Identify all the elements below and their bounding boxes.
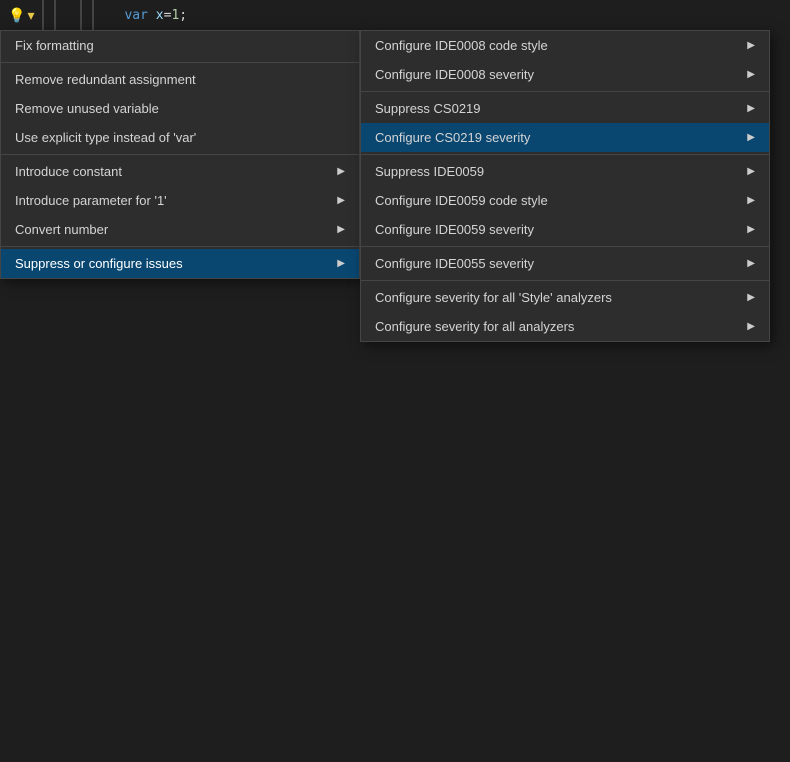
submenu-configure-ide0008-code-style-label: Configure IDE0008 code style	[375, 38, 548, 53]
menu-item-convert-number-label: Convert number	[15, 222, 108, 237]
chevron-ide0008-code-style-icon: ▶	[747, 40, 755, 51]
chevron-ide0008-severity-icon: ▶	[747, 69, 755, 80]
submenu-configure-ide0055-severity-label: Configure IDE0055 severity	[375, 256, 534, 271]
chevron-convert-number-icon: ▶	[337, 224, 345, 235]
menu-item-introduce-parameter[interactable]: Introduce parameter for '1' ▶	[1, 186, 359, 215]
submenu-configure-ide0059-severity-label: Configure IDE0059 severity	[375, 222, 534, 237]
submenu-item-configure-severity-all-analyzers[interactable]: Configure severity for all analyzers ▶	[361, 312, 769, 341]
submenu-separator-3	[361, 246, 769, 247]
submenu-item-suppress-cs0219[interactable]: Suppress CS0219 ▶	[361, 94, 769, 123]
separator-2	[1, 154, 359, 155]
chevron-suppress-ide0059-icon: ▶	[747, 166, 755, 177]
menu-item-introduce-constant-label: Introduce constant	[15, 164, 122, 179]
submenu-suppress-cs0219-label: Suppress CS0219	[375, 101, 481, 116]
code-snippet: var x=1;	[124, 8, 187, 23]
chevron-all-analyzers-icon: ▶	[747, 321, 755, 332]
submenu-suppress-ide0059-label: Suppress IDE0059	[375, 164, 484, 179]
menu-item-remove-redundant-assignment[interactable]: Remove redundant assignment	[1, 65, 359, 94]
submenu-item-configure-ide0055-severity[interactable]: Configure IDE0055 severity ▶	[361, 249, 769, 278]
submenu-separator-4	[361, 280, 769, 281]
submenu-item-configure-ide0008-severity[interactable]: Configure IDE0008 severity ▶	[361, 60, 769, 89]
chevron-suppress-configure-icon: ▶	[337, 258, 345, 269]
submenu-configure-severity-all-label: Configure severity for all analyzers	[375, 319, 574, 334]
menu-item-suppress-label: Suppress or configure issues	[15, 256, 183, 271]
chevron-style-analyzers-icon: ▶	[747, 292, 755, 303]
chevron-introduce-parameter-icon: ▶	[337, 195, 345, 206]
submenu-item-suppress-ide0059[interactable]: Suppress IDE0059 ▶	[361, 157, 769, 186]
menu-item-remove-unused-variable[interactable]: Remove unused variable	[1, 94, 359, 123]
submenu-configure-severity-style-label: Configure severity for all 'Style' analy…	[375, 290, 612, 305]
menu-item-convert-number[interactable]: Convert number ▶	[1, 215, 359, 244]
menu-item-fix-formatting[interactable]: Fix formatting	[1, 31, 359, 60]
submenu-item-configure-ide0059-code-style[interactable]: Configure IDE0059 code style ▶	[361, 186, 769, 215]
submenu-suppress-configure: Configure IDE0008 code style ▶ Configure…	[360, 30, 770, 342]
submenu-separator-1	[361, 91, 769, 92]
menu-item-introduce-constant[interactable]: Introduce constant ▶	[1, 157, 359, 186]
chevron-suppress-cs0219-icon: ▶	[747, 103, 755, 114]
dropdown-arrow-icon: ▾	[27, 7, 34, 24]
lightbulb-button[interactable]: 💡 ▾	[8, 7, 34, 24]
submenu-item-configure-ide0008-code-style[interactable]: Configure IDE0008 code style ▶	[361, 31, 769, 60]
menu-item-remove-redundant-label: Remove redundant assignment	[15, 72, 196, 87]
menu-item-suppress-configure[interactable]: Suppress or configure issues ▶	[1, 249, 359, 278]
menu-item-remove-unused-label: Remove unused variable	[15, 101, 159, 116]
submenu-configure-ide0059-code-style-label: Configure IDE0059 code style	[375, 193, 548, 208]
lightbulb-icon: 💡	[8, 7, 25, 24]
context-menu: Fix formatting Remove redundant assignme…	[0, 30, 360, 279]
submenu-item-configure-severity-style-analyzers[interactable]: Configure severity for all 'Style' analy…	[361, 283, 769, 312]
submenu-separator-2	[361, 154, 769, 155]
chevron-cs0219-severity-icon: ▶	[747, 132, 755, 143]
menu-item-explicit-type-label: Use explicit type instead of 'var'	[15, 130, 196, 145]
code-bar: 💡 ▾ var x=1;	[0, 0, 790, 30]
submenu-configure-ide0008-severity-label: Configure IDE0008 severity	[375, 67, 534, 82]
chevron-introduce-constant-icon: ▶	[337, 166, 345, 177]
submenu-item-configure-cs0219-severity[interactable]: Configure CS0219 severity ▶	[361, 123, 769, 152]
chevron-ide0055-severity-icon: ▶	[747, 258, 755, 269]
submenu-configure-cs0219-severity-label: Configure CS0219 severity	[375, 130, 530, 145]
chevron-ide0059-severity-icon: ▶	[747, 224, 755, 235]
submenu-item-configure-ide0059-severity[interactable]: Configure IDE0059 severity ▶	[361, 215, 769, 244]
menu-item-introduce-parameter-label: Introduce parameter for '1'	[15, 193, 167, 208]
separator-3	[1, 246, 359, 247]
chevron-ide0059-code-style-icon: ▶	[747, 195, 755, 206]
menu-item-fix-formatting-label: Fix formatting	[15, 38, 94, 53]
menu-item-use-explicit-type[interactable]: Use explicit type instead of 'var'	[1, 123, 359, 152]
separator-1	[1, 62, 359, 63]
